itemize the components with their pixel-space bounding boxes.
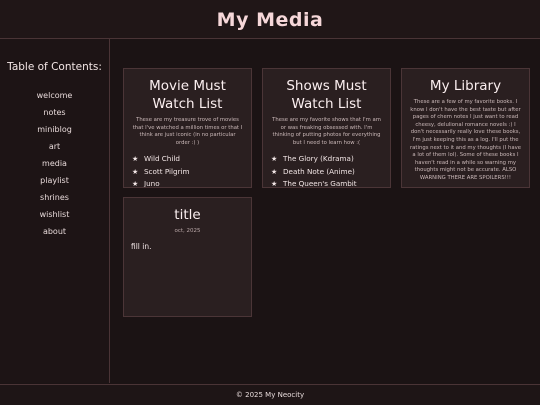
- shows-list-title: Shows Must Watch List: [286, 78, 367, 112]
- nav-item-art[interactable]: art: [0, 138, 109, 155]
- sidebar: Table of Contents: welcome notes miniblo…: [0, 39, 110, 383]
- nav-item-playlist[interactable]: playlist: [0, 172, 109, 189]
- site-header: My Media: [0, 0, 540, 39]
- movie-list-card: Movie Must Watch List These are my treas…: [123, 68, 252, 188]
- nav-item-welcome[interactable]: welcome: [0, 87, 109, 104]
- movie-list-title: Movie Must Watch List: [149, 78, 226, 112]
- library-card: My Library These are a few of my favorit…: [401, 68, 530, 188]
- star-icon: ★: [132, 167, 139, 176]
- star-icon: ★: [132, 180, 139, 188]
- list-item: ★ The Glory (Kdrama): [271, 153, 390, 166]
- show-title: The Glory (Kdrama): [283, 154, 354, 164]
- nav-item-miniblog[interactable]: miniblog: [0, 121, 109, 138]
- footer-text: © 2025 My Neocity: [235, 391, 305, 399]
- toc-title: Table of Contents:: [7, 61, 102, 73]
- star-icon: ★: [132, 155, 139, 164]
- site-footer: © 2025 My Neocity: [0, 384, 540, 405]
- library-title: My Library: [429, 78, 502, 94]
- movie-title: Wild Child: [144, 154, 180, 164]
- post-body: fill in.: [131, 242, 152, 251]
- list-item: ★ Wild Child: [132, 153, 251, 166]
- post-date: oct, 2025: [174, 228, 201, 234]
- star-icon: ★: [271, 155, 278, 164]
- nav-item-notes[interactable]: notes: [0, 104, 109, 121]
- nav-menu: welcome notes miniblog art media playlis…: [0, 87, 109, 240]
- movie-list: ★ Wild Child ★ Scott Pilgrim ★ Juno: [132, 153, 251, 188]
- nav-item-shrines[interactable]: shrines: [0, 189, 109, 206]
- blog-post-card: title oct, 2025 fill in.: [123, 197, 252, 317]
- page: My Media Table of Contents: welcome note…: [0, 0, 540, 405]
- post-title: title: [174, 207, 201, 223]
- nav-item-media[interactable]: media: [0, 155, 109, 172]
- shows-list-description: These are my favorite shows that I'm am …: [272, 117, 381, 146]
- list-item: ★ Death Note (Anime): [271, 166, 390, 179]
- nav-item-about[interactable]: about: [0, 223, 109, 240]
- main-content: Movie Must Watch List These are my treas…: [110, 39, 540, 383]
- site-title: My Media: [216, 9, 324, 31]
- show-title: The Queen's Gambit: [283, 179, 357, 188]
- movie-list-description: These are my treasure trove of movies th…: [132, 117, 243, 146]
- list-item: ★ Juno: [132, 178, 251, 188]
- movie-title: Scott Pilgrim: [144, 166, 190, 176]
- shows-list: ★ The Glory (Kdrama) ★ Death Note (Anime) …: [271, 153, 390, 188]
- star-icon: ★: [271, 180, 278, 188]
- star-icon: ★: [271, 167, 278, 176]
- shows-list-card: Shows Must Watch List These are my favor…: [262, 68, 391, 188]
- movie-title: Juno: [144, 179, 160, 188]
- list-item: ★ The Queen's Gambit: [271, 178, 390, 188]
- nav-item-wishlist[interactable]: wishlist: [0, 206, 109, 223]
- show-title: Death Note (Anime): [283, 166, 355, 176]
- library-description: These are a few of my favorite books. I …: [410, 99, 521, 181]
- list-item: ★ Scott Pilgrim: [132, 166, 251, 179]
